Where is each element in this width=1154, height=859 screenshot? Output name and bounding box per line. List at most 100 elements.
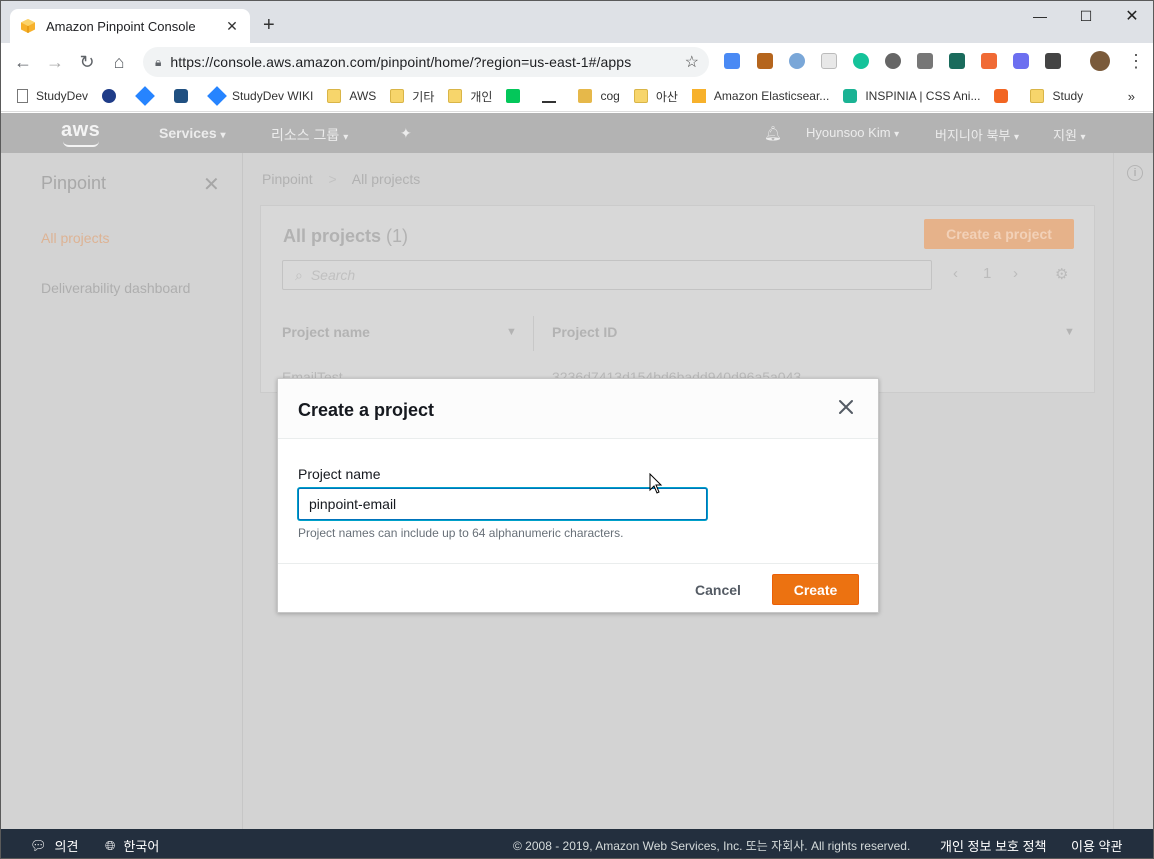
projects-panel: All projects (1) Create a project ⌕ Sear… — [260, 205, 1095, 393]
modal-footer: Cancel Create — [278, 563, 878, 613]
chevron-down-icon: ▾ — [220, 130, 226, 141]
page-number: 1 — [983, 265, 992, 282]
bookmark-item[interactable] — [135, 86, 160, 106]
tab-close-icon[interactable]: ✕ — [224, 18, 240, 35]
bookmark-folder[interactable]: 아산 — [633, 88, 678, 105]
bell-icon[interactable]: 🔔︎ — [764, 125, 782, 142]
browser-tab[interactable]: Amazon Pinpoint Console ✕ — [10, 9, 250, 43]
inspinia-icon — [843, 89, 858, 103]
folder-icon — [390, 89, 405, 103]
forward-icon[interactable]: → — [39, 46, 71, 78]
sidebar-item-deliverability-dashboard[interactable]: Deliverability dashboard — [41, 280, 190, 296]
bookmark-folder[interactable]: 개인 — [448, 88, 492, 105]
support-menu[interactable]: 지원 ▾ — [1053, 125, 1086, 144]
region-menu[interactable]: 버지니아 북부 ▾ — [935, 125, 1019, 144]
mouse-cursor-icon — [649, 473, 663, 494]
sidebar-close-icon[interactable]: ✕ — [203, 172, 220, 197]
menu-dots-icon[interactable]: ⋮ — [1127, 51, 1145, 72]
tab-strip: Amazon Pinpoint Console ✕ + — ☐ ✕ — [1, 1, 1153, 43]
panel-title: All projects (1) — [283, 226, 409, 246]
tab-title: Amazon Pinpoint Console — [46, 18, 196, 34]
sort-icon[interactable]: ▼ — [506, 326, 517, 338]
bookmark-star-icon[interactable]: ☆ — [685, 52, 699, 72]
back-icon[interactable]: ← — [7, 46, 39, 78]
new-tab-icon[interactable]: + — [263, 15, 275, 35]
search-icon: ⌕ — [295, 266, 303, 283]
maximize-icon[interactable]: ☐ — [1063, 1, 1109, 31]
minimize-icon[interactable]: — — [1017, 1, 1063, 31]
bookmark-folder[interactable]: 기타 — [390, 88, 434, 105]
feedback-link[interactable]: 💬︎ 의견 — [30, 836, 78, 855]
grammarly-extension-icon[interactable] — [853, 53, 869, 69]
bookmark-item[interactable] — [506, 89, 528, 103]
column-header-project-id[interactable]: Project ID — [552, 324, 617, 340]
bookmarks-bar: StudyDev StudyDev WIKI AWS 기타 개인 cog 아산 … — [1, 81, 1153, 112]
breadcrumb-current: All projects — [351, 171, 421, 187]
bookmark-item[interactable] — [174, 89, 196, 103]
language-selector[interactable]: 🌐︎ 한국어 — [105, 836, 159, 855]
window-close-icon[interactable]: ✕ — [1109, 1, 1153, 31]
terms-link[interactable]: 이용 약관 — [1071, 836, 1122, 855]
bookmark-item[interactable]: cog — [578, 89, 620, 103]
profile-avatar[interactable] — [1090, 51, 1110, 71]
aws-logo[interactable]: aws — [61, 119, 100, 147]
reload-icon[interactable]: ↻ — [71, 46, 103, 78]
create-project-modal: Create a project Project name Project na… — [277, 378, 879, 613]
browser-toolbar: ← → ↻ ⌂ 🔒︎ https://console.aws.amazon.co… — [1, 43, 1153, 81]
close-icon[interactable] — [836, 397, 856, 417]
extension-icon[interactable] — [981, 53, 997, 69]
translate-extension-icon[interactable] — [724, 53, 740, 69]
bookmark-item[interactable] — [994, 89, 1016, 103]
column-header-project-name[interactable]: Project name — [282, 324, 370, 340]
bookmarks-overflow-icon[interactable]: » — [1128, 89, 1135, 104]
services-menu[interactable]: Services ▾ — [159, 125, 226, 141]
privacy-link[interactable]: 개인 정보 보호 정책 — [940, 836, 1047, 855]
home-icon[interactable]: ⌂ — [103, 46, 135, 78]
address-bar[interactable]: 🔒︎ https://console.aws.amazon.com/pinpoi… — [143, 47, 709, 77]
breadcrumb-root[interactable]: Pinpoint — [262, 171, 313, 187]
extension-icon[interactable] — [757, 53, 773, 69]
extension-icon[interactable] — [821, 53, 837, 69]
bookmark-item[interactable]: INSPINIA | CSS Ani... — [843, 89, 980, 103]
confluence-icon — [207, 86, 227, 106]
next-page-icon[interactable]: › — [1013, 265, 1018, 282]
bookmark-item[interactable] — [542, 89, 564, 103]
extension-icon[interactable] — [1045, 53, 1061, 69]
bookmark-item[interactable]: StudyDev WIKI — [207, 86, 313, 106]
search-placeholder: Search — [310, 267, 356, 283]
folder-icon — [1030, 89, 1045, 103]
project-name-input[interactable] — [298, 488, 707, 520]
extension-icon[interactable] — [789, 53, 805, 69]
resource-groups-menu[interactable]: 리소스 그룹 ▾ — [271, 125, 348, 145]
modal-header: Create a project — [278, 379, 878, 439]
create-button[interactable]: Create — [772, 574, 859, 605]
cancel-button[interactable]: Cancel — [686, 575, 750, 605]
search-input[interactable]: ⌕ Search — [282, 260, 932, 290]
sort-icon[interactable]: ▼ — [1064, 326, 1075, 338]
account-menu[interactable]: Hyounsoo Kim ▾ — [806, 125, 899, 140]
folder-icon — [633, 89, 648, 103]
bookmark-item[interactable]: Amazon Elasticsear... — [691, 89, 829, 103]
bookmark-item[interactable] — [102, 89, 124, 103]
sidebar-item-all-projects[interactable]: All projects — [41, 230, 109, 246]
bookmark-folder[interactable]: Study — [1030, 89, 1083, 103]
bookmark-folder[interactable]: AWS — [327, 89, 376, 103]
pin-icon[interactable]: ✦ — [400, 125, 412, 142]
extension-icon[interactable] — [917, 53, 933, 69]
modal-title: Create a project — [298, 400, 435, 420]
extension-icon[interactable] — [949, 53, 965, 69]
extension-icon[interactable] — [885, 53, 901, 69]
bookmark-item[interactable]: StudyDev — [17, 89, 88, 103]
create-project-button[interactable]: Create a project — [924, 219, 1074, 249]
project-name-hint: Project names can include up to 64 alpha… — [298, 526, 624, 540]
info-icon[interactable]: i — [1127, 165, 1143, 181]
extension-icon[interactable] — [1013, 53, 1029, 69]
globe-icon: 🌐︎ — [105, 837, 116, 853]
cog-bookmark-icon — [578, 89, 593, 103]
naver-icon — [506, 89, 521, 103]
extension-bookmark-icon — [994, 89, 1009, 103]
settings-gear-icon[interactable]: ⚙ — [1055, 265, 1068, 283]
prev-page-icon[interactable]: ‹ — [953, 265, 958, 282]
chevron-down-icon: ▾ — [1014, 132, 1020, 143]
jenkins-icon — [102, 89, 117, 103]
